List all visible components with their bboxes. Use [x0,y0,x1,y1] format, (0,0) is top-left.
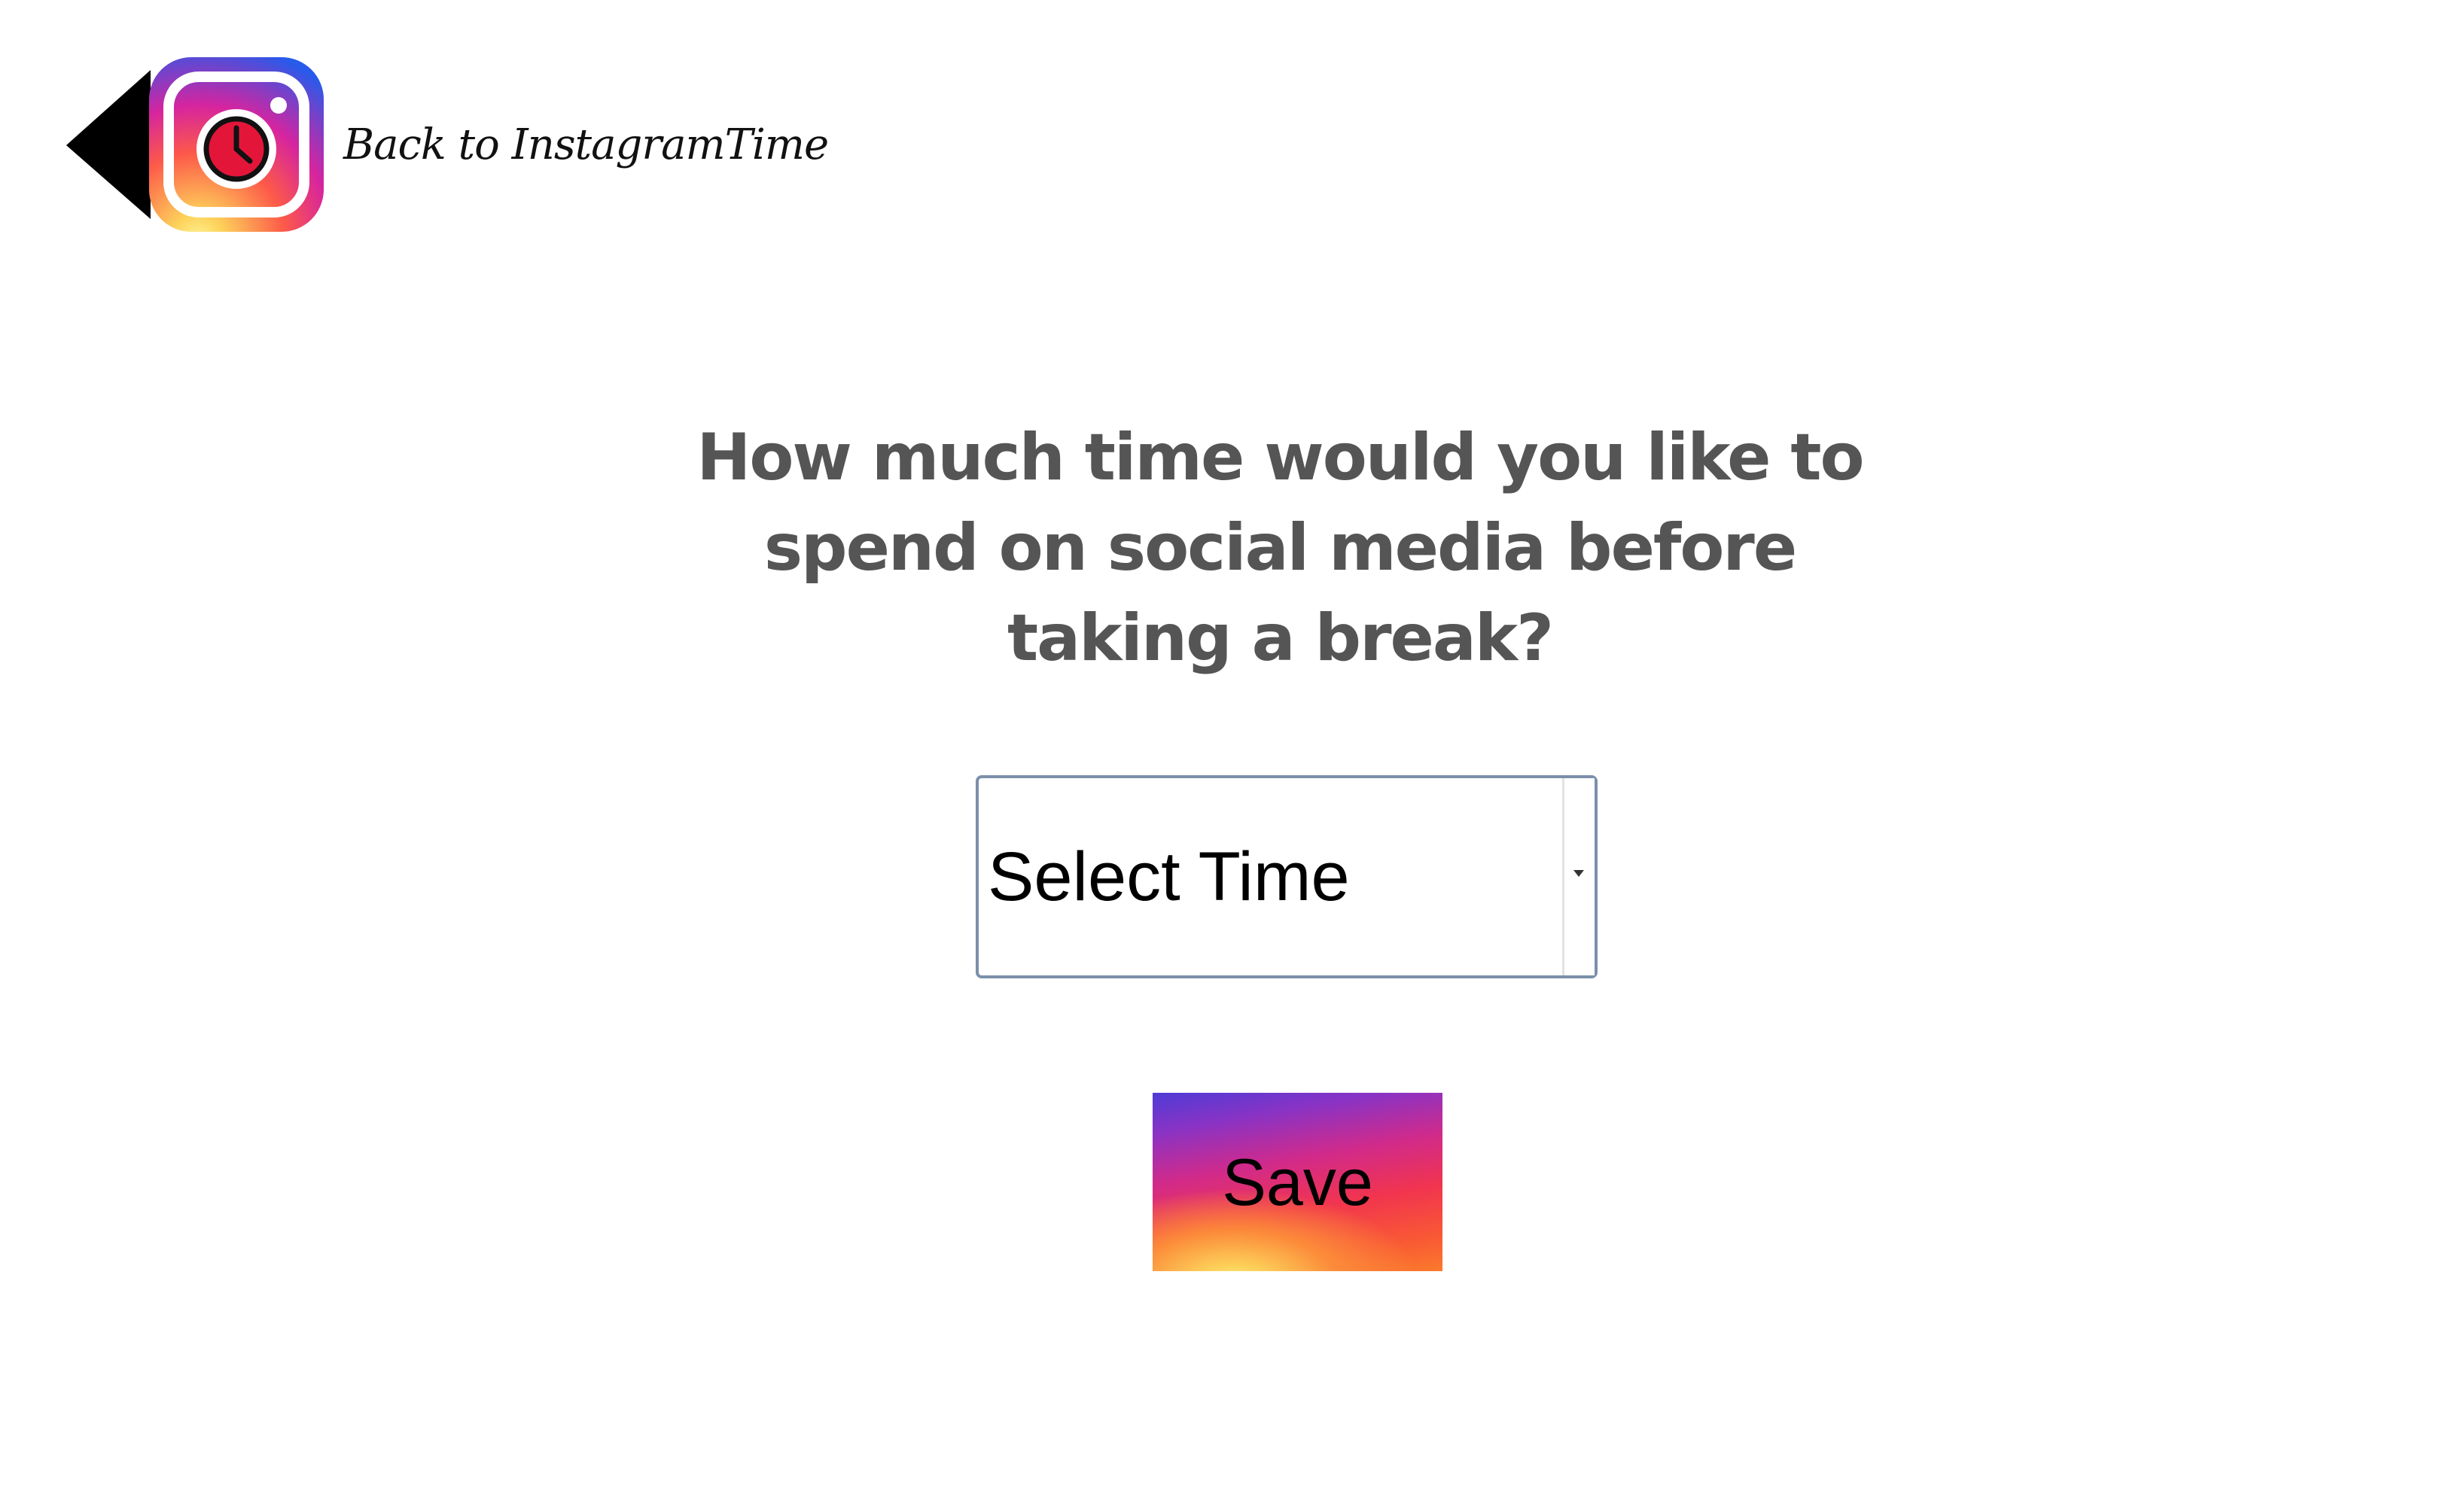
time-select-value: Select Time [988,838,1350,915]
dropdown-arrow-icon [1573,870,1584,877]
select-arrow-button[interactable] [1562,778,1595,975]
instagram-clock-logo-icon [149,57,324,232]
save-button[interactable]: Save [1153,1093,1442,1271]
back-link-label: Back to InstagramTime [343,120,829,169]
page-question: How much time would you like to spend on… [696,420,1864,676]
back-arrow-icon [66,70,151,219]
back-to-instagramtime-link[interactable]: Back to InstagramTime [66,56,829,233]
time-select[interactable]: Select Time [976,775,1598,978]
